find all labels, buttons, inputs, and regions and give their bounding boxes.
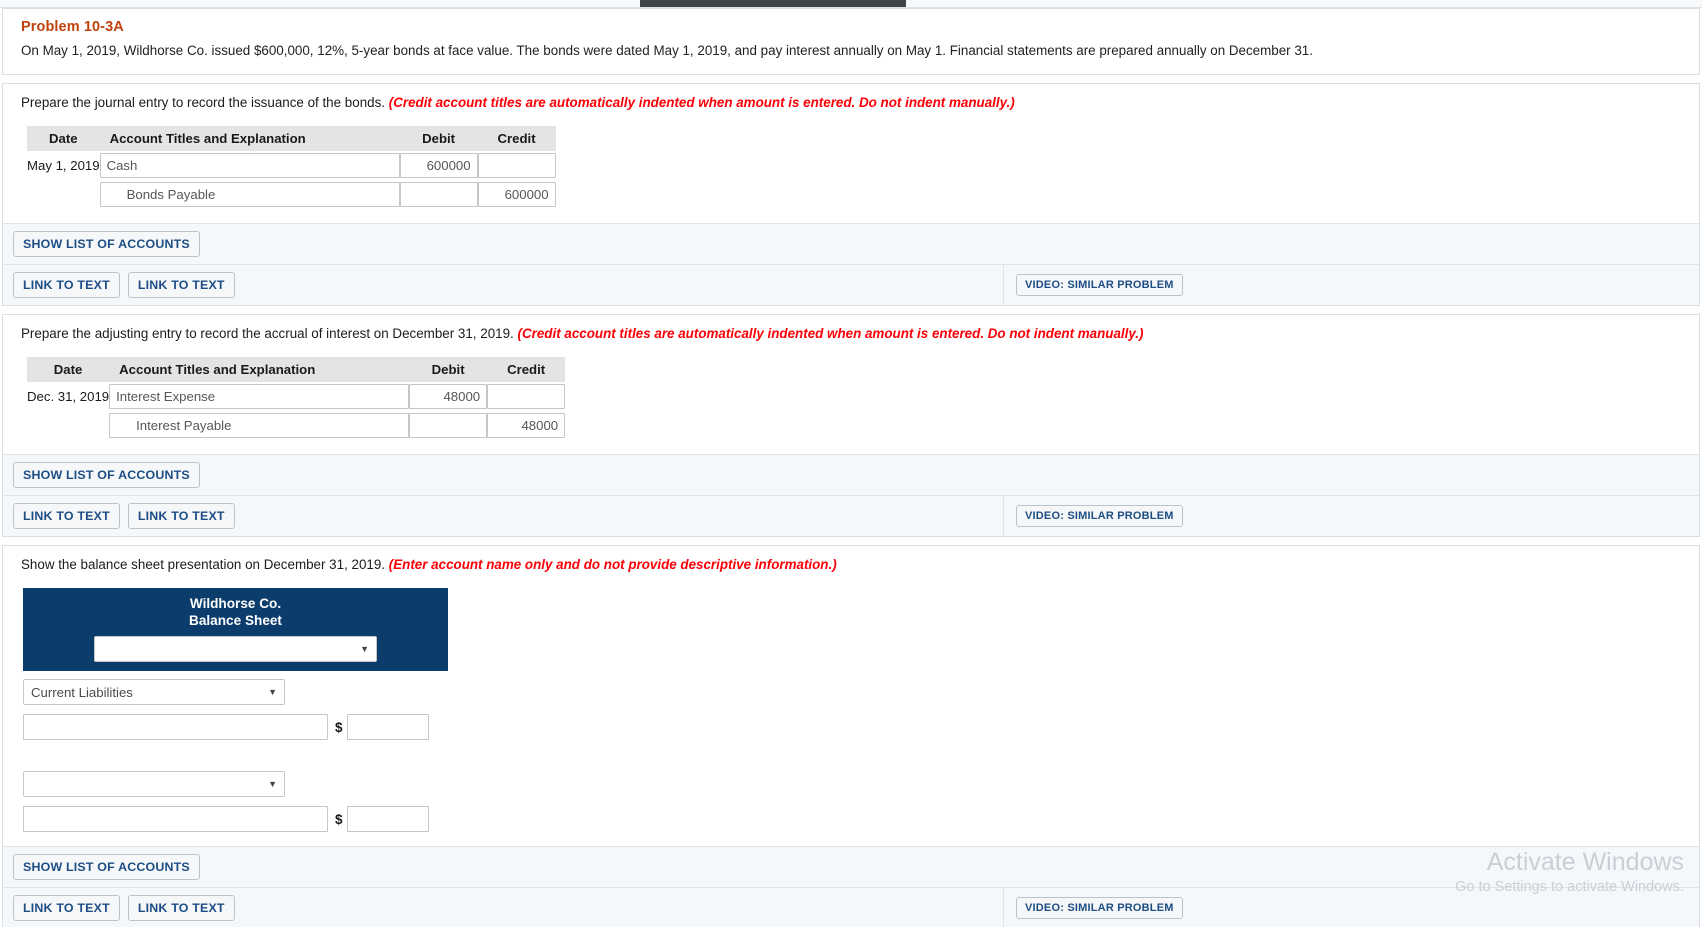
section3-hint: (Enter account name only and do not prov… [388,557,837,573]
bar-divider [1003,496,1004,537]
balance-amount-input[interactable] [346,714,429,741]
show-list-of-accounts-button[interactable]: SHOW LIST OF ACCOUNTS [13,231,200,258]
table-row [27,411,566,440]
col-account: Account Titles and Explanation [99,126,400,152]
section-balance-sheet-panel: Show the balance sheet presentation on D… [2,545,1700,927]
show-list-of-accounts-button[interactable]: SHOW LIST OF ACCOUNTS [13,854,200,881]
scrollbar-thumb[interactable] [640,0,906,7]
credit-input[interactable] [477,182,556,208]
table-header-row: Date Account Titles and Explanation Debi… [27,126,556,152]
category-select[interactable]: Current Liabilities [23,679,285,706]
link-bar-1: LINK TO TEXT LINK TO TEXT VIDEO: SIMILAR… [3,264,1699,306]
section2-hint: (Credit account titles are automatically… [517,326,1144,342]
show-list-of-accounts-button[interactable]: SHOW LIST OF ACCOUNTS [13,462,200,489]
section1-prompt: Prepare the journal entry to record the … [21,95,385,111]
journal-table-1: Date Account Titles and Explanation Debi… [27,126,556,209]
link-to-text-button[interactable]: LINK TO TEXT [127,272,235,299]
row-date [27,180,100,209]
link-bar-3: LINK TO TEXT LINK TO TEXT VIDEO: SIMILAR… [3,887,1699,927]
debit-input[interactable] [399,153,478,179]
link-to-text-button[interactable]: LINK TO TEXT [127,503,235,530]
balance-sheet-header: Wildhorse Co. Balance Sheet ▼ [23,588,448,672]
balance-sheet-rows: Current Liabilities ▼ $ ▼ $ [23,671,1681,833]
list-item: $ [23,806,1681,833]
second-select-row: ▼ [23,771,1681,798]
second-select-wrap: ▼ [23,771,285,798]
credit-input[interactable] [487,413,566,439]
balance-account-input[interactable] [23,806,328,833]
problem-header-panel: Problem 10-3A On May 1, 2019, Wildhorse … [2,8,1700,76]
row-spacer [23,749,1681,771]
debit-input[interactable] [399,182,478,208]
table-row: May 1, 2019 [27,151,556,180]
col-debit: Debit [409,357,488,383]
show-list-bar-1: SHOW LIST OF ACCOUNTS [3,223,1699,265]
col-credit: Credit [487,357,566,383]
balance-amount-input[interactable] [346,806,429,833]
header-select-wrap: ▼ [94,636,377,663]
table-row [27,180,556,209]
link-to-text-button[interactable]: LINK TO TEXT [127,895,235,922]
credit-input[interactable] [487,384,566,410]
debit-input[interactable] [409,384,488,410]
video-similar-problem-button[interactable]: VIDEO: SIMILAR PROBLEM [1016,897,1183,920]
debit-input[interactable] [409,413,488,439]
link-to-text-button[interactable]: LINK TO TEXT [13,895,120,922]
row-date [27,411,109,440]
company-name: Wildhorse Co. [189,596,282,612]
show-list-bar-2: SHOW LIST OF ACCOUNTS [3,454,1699,496]
problem-statement: On May 1, 2019, Wildhorse Co. issued $60… [21,43,1313,58]
col-date: Date [27,357,110,383]
col-debit: Debit [399,126,478,152]
account-input[interactable] [109,413,410,439]
video-button-wrap: VIDEO: SIMILAR PROBLEM [1016,274,1191,297]
account-input[interactable] [99,153,400,179]
link-to-text-button[interactable]: LINK TO TEXT [13,272,120,299]
col-date: Date [27,126,100,152]
category-select-row: Current Liabilities ▼ [23,679,1681,706]
bar-divider [1003,888,1004,927]
dollar-sign: $ [335,719,343,735]
row-date: Dec. 31, 2019 [27,389,110,405]
section-adjusting-panel: Prepare the adjusting entry to record th… [2,314,1700,538]
balance-sheet-header-select[interactable] [94,636,377,663]
section1-hint: (Credit account titles are automatically… [388,95,1015,111]
bar-divider [1003,265,1004,306]
section2-instruction: Prepare the adjusting entry to record th… [21,325,1681,343]
col-credit: Credit [477,126,556,152]
report-name: Balance Sheet [189,613,282,629]
account-input[interactable] [99,182,400,208]
video-similar-problem-button[interactable]: VIDEO: SIMILAR PROBLEM [1016,274,1183,297]
balance-account-input[interactable] [23,714,328,741]
credit-input[interactable] [477,153,556,179]
section3-instruction: Show the balance sheet presentation on D… [21,556,1681,574]
horizontal-scrollbar[interactable] [0,0,1702,8]
list-item: $ [23,714,1681,741]
video-similar-problem-button[interactable]: VIDEO: SIMILAR PROBLEM [1016,505,1183,528]
second-category-select[interactable] [23,771,285,798]
link-bar-2: LINK TO TEXT LINK TO TEXT VIDEO: SIMILAR… [3,495,1699,537]
section-issuance-panel: Prepare the journal entry to record the … [2,83,1700,307]
show-list-bar-3: SHOW LIST OF ACCOUNTS [3,846,1699,888]
video-button-wrap: VIDEO: SIMILAR PROBLEM [1016,897,1191,920]
row-date: May 1, 2019 [27,158,100,174]
account-input[interactable] [109,384,410,410]
category-select-wrap: Current Liabilities ▼ [23,679,285,706]
section3-prompt: Show the balance sheet presentation on D… [21,557,386,573]
video-button-wrap: VIDEO: SIMILAR PROBLEM [1016,505,1191,528]
journal-table-2: Date Account Titles and Explanation Debi… [27,357,566,440]
link-to-text-button[interactable]: LINK TO TEXT [13,503,120,530]
section1-instruction: Prepare the journal entry to record the … [21,94,1681,112]
col-account: Account Titles and Explanation [109,357,410,383]
table-row: Dec. 31, 2019 [27,382,566,411]
page-title: Problem 10-3A [21,19,124,35]
section2-prompt: Prepare the adjusting entry to record th… [21,326,514,342]
dollar-sign: $ [335,811,343,827]
table-header-row: Date Account Titles and Explanation Debi… [27,357,566,383]
